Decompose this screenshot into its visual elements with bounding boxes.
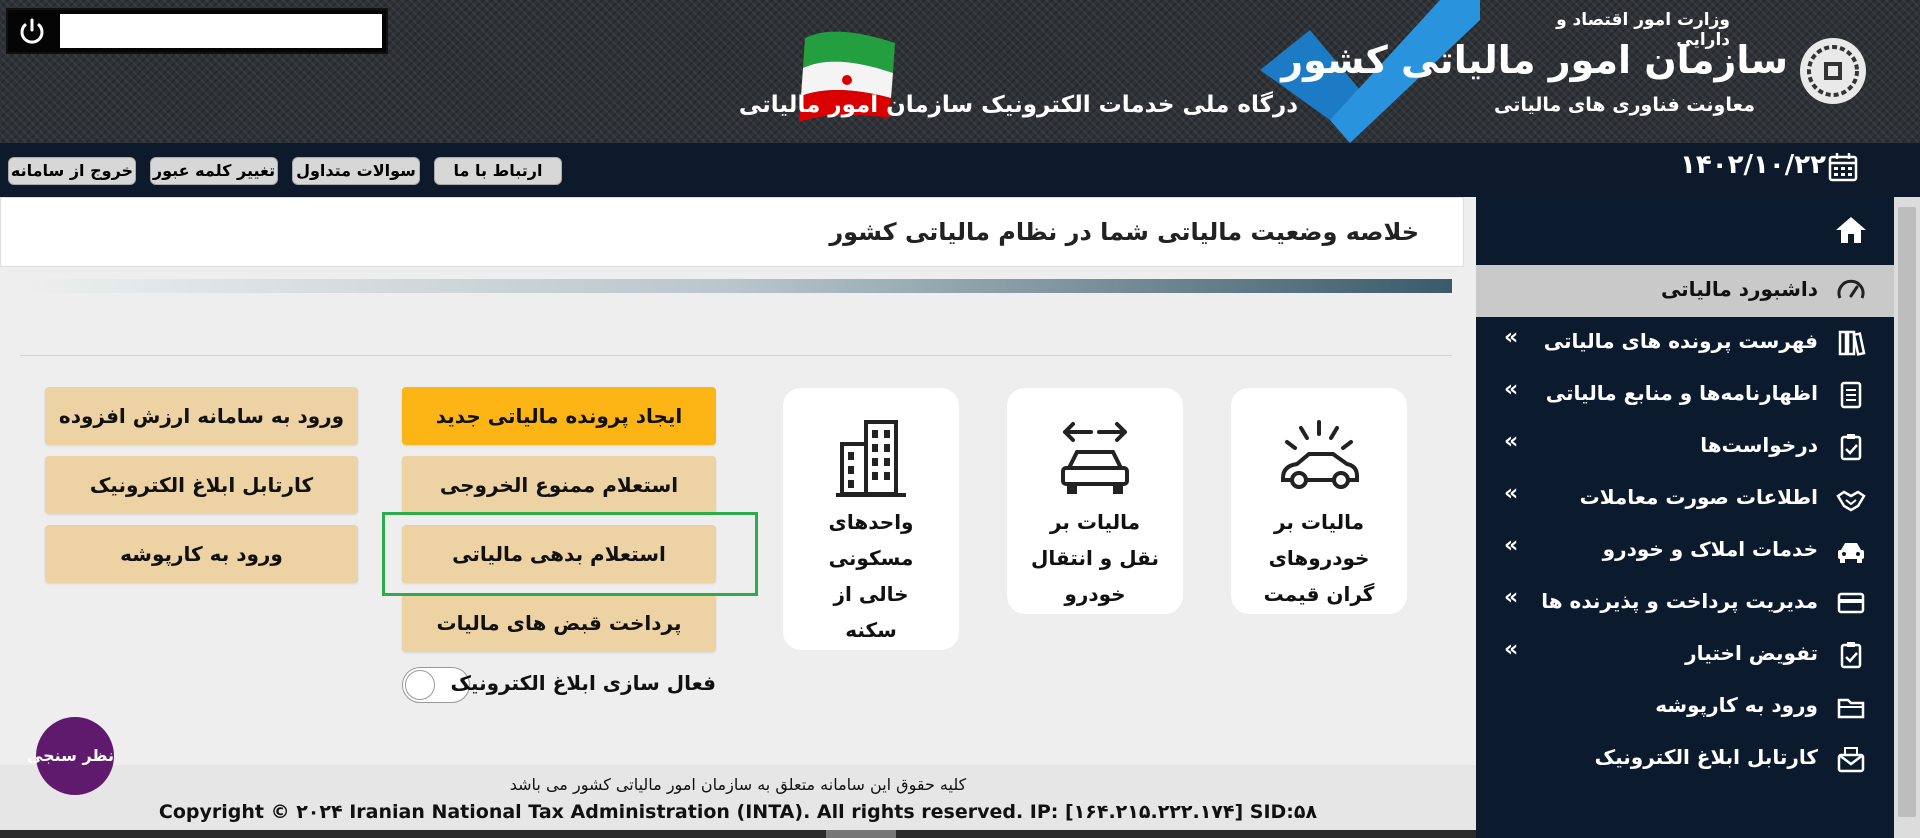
pay-tax-bills-button[interactable]: پرداخت قبض های مالیات — [402, 594, 716, 652]
handshake-icon — [1836, 490, 1866, 512]
e-notification-inbox-button[interactable]: کارتابل ابلاغ الکترونیک — [45, 456, 358, 514]
footer-copyright: Copyright © ۲۰۲۴ Iranian National Tax Ad… — [158, 801, 1318, 823]
request-icon — [1840, 434, 1862, 461]
delegate-icon — [1840, 642, 1862, 669]
home-icon[interactable] — [1834, 215, 1868, 245]
gradient-strip — [20, 279, 1452, 293]
card-line: سکنه — [845, 618, 897, 642]
sidebar-item-tax-files[interactable]: « فهرست پرونده های مالیاتی — [1476, 317, 1894, 369]
folder-icon — [1837, 698, 1865, 719]
sidebar-item-e-notification[interactable]: کارتابل ابلاغ الکترونیک — [1476, 733, 1894, 785]
change-password-button[interactable]: تغییر کلمه عبور — [150, 157, 278, 185]
logout-button[interactable]: خروج از سامانه — [8, 157, 136, 185]
sidebar-item-label: اظهارنامه‌ها و منابع مالیاتی — [1545, 381, 1818, 405]
sidebar-item-dashboard[interactable]: داشبورد مالیاتی — [1476, 265, 1894, 317]
scrollbar-thumb[interactable] — [1898, 207, 1916, 817]
card-line: مالیات بر — [1049, 510, 1141, 534]
sidebar-item-label: فهرست پرونده های مالیاتی — [1543, 329, 1818, 353]
vertical-scrollbar[interactable] — [1894, 197, 1920, 838]
inta-logo-icon — [1800, 38, 1866, 104]
car-icon — [1838, 543, 1864, 563]
card-line: مالیات بر — [1273, 510, 1365, 534]
sidebar-item-payment-management[interactable]: « مدیریت پرداخت و پذیرنده ها — [1476, 577, 1894, 629]
portal-subtitle: درگاه ملی خدمات الکترونیک سازمان امور ما… — [738, 92, 1298, 118]
building-icon — [836, 420, 906, 497]
sidebar-item-declarations[interactable]: « اظهارنامه‌ها و منابع مالیاتی — [1476, 369, 1894, 421]
card-line: مسکونی — [828, 546, 914, 570]
sidebar-item-transactions[interactable]: « اطلاعات صورت معاملات — [1476, 473, 1894, 525]
chevron-double-left-icon: « — [1504, 325, 1519, 350]
sidebar-item-karpooshe[interactable]: ورود به کارپوشه — [1476, 681, 1894, 733]
card-line: نقل و انتقال — [1031, 546, 1159, 570]
survey-button[interactable]: نظر سنجی — [27, 717, 114, 795]
sidebar-item-label: مدیریت پرداخت و پذیرنده ها — [1541, 589, 1818, 613]
new-tax-file-button[interactable]: ایجاد پرونده مالیاتی جدید — [402, 387, 716, 445]
sidebar-item-label: خدمات املاک و خودرو — [1602, 537, 1818, 561]
dashboard-icon — [1837, 279, 1865, 299]
chevron-double-left-icon: « — [1504, 377, 1519, 402]
card-line: خودرو — [1064, 582, 1126, 606]
calendar-icon — [1828, 153, 1858, 182]
chevron-double-left-icon: « — [1504, 585, 1519, 610]
summary-bar: خلاصه وضعیت مالیاتی شما در نظام مالیاتی … — [0, 197, 1464, 267]
luxury-car-tax-card[interactable]: مالیات بر خودروهای گران قیمت — [1231, 388, 1407, 614]
footer-rights: کلیه حقوق این سامانه متعلق به سازمان امو… — [509, 775, 967, 794]
faq-button[interactable]: سوالات متداول — [292, 157, 420, 185]
vacant-homes-card[interactable]: واحدهای مسکونی خالی از سکنه — [783, 388, 959, 650]
horizontal-scrollbar-thumb[interactable] — [826, 830, 896, 838]
sidebar-item-label: کارتابل ابلاغ الکترونیک — [1594, 745, 1818, 769]
card-line: خودروهای — [1268, 546, 1370, 570]
sidebar-item-label: ورود به کارپوشه — [1655, 693, 1818, 717]
sidebar-item-label: داشبورد مالیاتی — [1660, 277, 1818, 301]
chevron-double-left-icon: « — [1504, 533, 1519, 558]
sidebar-item-property-vehicle[interactable]: « خدمات املاک و خودرو — [1476, 525, 1894, 577]
tax-debt-inquiry-button[interactable]: استعلام بدهی مالیاتی — [402, 525, 716, 583]
user-name-field — [60, 14, 382, 48]
chevron-double-left-icon: « — [1504, 429, 1519, 454]
e-notification-toggle-label: فعال سازی ابلاغ الکترونیک — [450, 671, 716, 695]
karpooshe-button[interactable]: ورود به کارپوشه — [45, 525, 358, 583]
summary-title: خلاصه وضعیت مالیاتی شما در نظام مالیاتی … — [829, 218, 1419, 246]
power-icon[interactable] — [14, 15, 50, 49]
vehicle-transfer-tax-card[interactable]: مالیات بر نقل و انتقال خودرو — [1007, 388, 1183, 614]
top-nav-bar: خروج از سامانه تغییر کلمه عبور سوالات مت… — [0, 143, 1920, 197]
chevron-double-left-icon: « — [1504, 637, 1519, 662]
files-icon — [1838, 330, 1866, 356]
contact-button[interactable]: ارتباط با ما — [434, 157, 562, 185]
card-line: گران قیمت — [1263, 582, 1375, 606]
sidebar-item-delegation[interactable]: « تفویض اختیار — [1476, 629, 1894, 681]
vat-system-button[interactable]: ورود به سامانه ارزش افزوده — [45, 387, 358, 445]
sidebar-item-label: تفویض اختیار — [1685, 641, 1818, 665]
site-header: درگاه ملی خدمات الکترونیک سازمان امور ما… — [0, 0, 1920, 143]
main-content: خلاصه وضعیت مالیاتی شما در نظام مالیاتی … — [0, 197, 1476, 835]
envelope-icon — [1837, 747, 1865, 773]
sidebar-item-label: درخواست‌ها — [1700, 433, 1818, 457]
luxury-car-icon — [1281, 420, 1359, 489]
organization-deputy: معاونت فناوری های مالیاتی — [1493, 94, 1755, 116]
sidebar-item-requests[interactable]: « درخواست‌ها — [1476, 421, 1894, 473]
divider-line — [20, 355, 1452, 356]
document-icon — [1840, 381, 1862, 409]
horizontal-scrollbar[interactable] — [0, 830, 1476, 838]
card-line: خالی از — [833, 582, 909, 606]
sidebar: داشبورد مالیاتی « فهرست پرونده های مالیا… — [1476, 197, 1894, 838]
user-box — [6, 8, 388, 54]
car-transfer-icon — [1061, 422, 1129, 494]
toggle-knob — [405, 670, 435, 700]
card-line: واحدهای — [828, 510, 914, 534]
organization-name: سازمان امور مالیاتی کشور — [1281, 38, 1788, 82]
sidebar-item-label: اطلاعات صورت معاملات — [1579, 485, 1818, 509]
card-icon — [1837, 592, 1865, 614]
footer: کلیه حقوق این سامانه متعلق به سازمان امو… — [0, 765, 1476, 835]
current-date: ۱۴۰۲/۱۰/۲۲ — [1680, 150, 1826, 180]
exit-ban-inquiry-button[interactable]: استعلام ممنوع الخروجی — [402, 456, 716, 514]
chevron-double-left-icon: « — [1504, 481, 1519, 506]
